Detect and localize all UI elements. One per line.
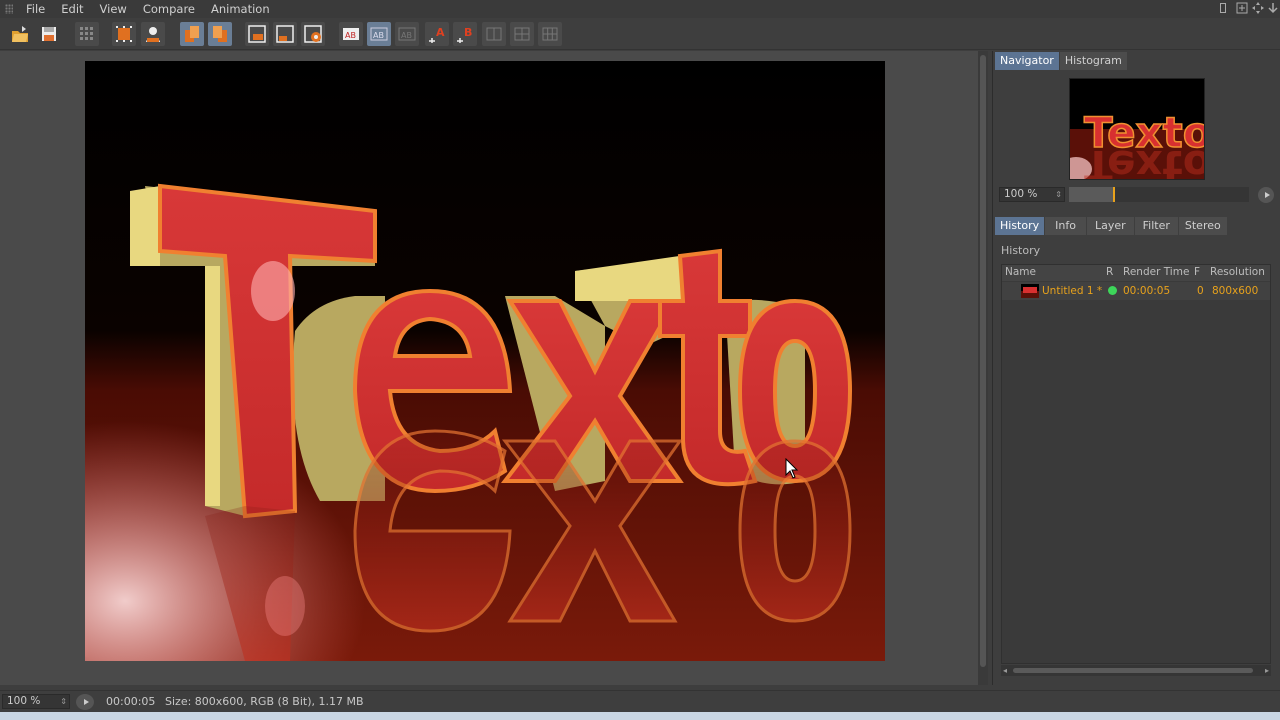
- copy-right-icon[interactable]: [208, 22, 232, 46]
- region-render-alt-icon[interactable]: [273, 22, 297, 46]
- set-a-icon[interactable]: A: [425, 22, 449, 46]
- svg-text:A: A: [436, 26, 445, 39]
- status-info: Size: 800x600, RGB (8 Bit), 1.17 MB: [165, 695, 364, 708]
- menu-view[interactable]: View: [92, 0, 135, 18]
- navigator-preview[interactable]: Texto Texto: [1069, 78, 1205, 180]
- status-bar: 100 % ⇕ 00:00:05 Size: 800x600, RGB (8 Bi…: [0, 690, 1280, 712]
- menu-bar: File Edit View Compare Animation: [0, 0, 1280, 18]
- column-render-time[interactable]: Render Time: [1123, 266, 1189, 278]
- history-table[interactable]: Name R Render Time F Resolution Untitled…: [1001, 264, 1271, 664]
- grip-icon[interactable]: [0, 0, 18, 18]
- menu-compare[interactable]: Compare: [135, 0, 203, 18]
- taskbar-strip: [0, 712, 1280, 720]
- history-frame: 0: [1197, 285, 1204, 297]
- navigator-zoom-field[interactable]: 100 % ⇕: [999, 187, 1065, 202]
- rendered-image[interactable]: [85, 61, 885, 661]
- spinner-icon[interactable]: ⇕: [1055, 188, 1062, 201]
- render-vertical-scrollbar[interactable]: [978, 51, 988, 685]
- svg-text:AB: AB: [401, 31, 412, 40]
- column-name[interactable]: Name: [1005, 266, 1036, 278]
- crop-icon[interactable]: [112, 22, 136, 46]
- side-panel: Navigator Histogram Texto Texto 100 % ⇕ H…: [992, 51, 1280, 685]
- tab-info[interactable]: Info: [1045, 217, 1086, 235]
- navigator-play-icon[interactable]: [1258, 187, 1274, 203]
- grid-icon[interactable]: [75, 22, 99, 46]
- region-render-icon[interactable]: [245, 22, 269, 46]
- column-r[interactable]: R: [1106, 266, 1113, 278]
- scroll-left-icon[interactable]: ◂: [1003, 666, 1007, 675]
- save-image-icon[interactable]: [37, 22, 61, 46]
- history-horizontal-scrollbar[interactable]: ◂ ▸: [1001, 665, 1271, 676]
- column-resolution[interactable]: Resolution: [1210, 266, 1265, 278]
- toolbar: AB AB AB A B: [0, 18, 1280, 50]
- user-icon[interactable]: [141, 22, 165, 46]
- scroll-right-icon[interactable]: ▸: [1265, 666, 1269, 675]
- menu-animation[interactable]: Animation: [203, 0, 278, 18]
- spinner-icon[interactable]: ⇕: [60, 695, 67, 708]
- compare-ab-active-icon[interactable]: AB: [367, 22, 391, 46]
- set-b-icon[interactable]: B: [453, 22, 477, 46]
- history-resolution: 800x600: [1212, 285, 1259, 297]
- column-frame[interactable]: F: [1194, 266, 1200, 278]
- svg-text:AB: AB: [345, 31, 356, 40]
- render-view[interactable]: [0, 51, 978, 685]
- zoom-slider-handle[interactable]: [1113, 187, 1115, 202]
- split-2-icon[interactable]: [510, 22, 534, 46]
- history-render-time: 00:00:05: [1123, 285, 1171, 297]
- open-image-icon[interactable]: [8, 22, 32, 46]
- history-thumbnail: [1021, 284, 1039, 298]
- status-zoom-field[interactable]: 100 % ⇕: [2, 694, 70, 709]
- tab-stereo[interactable]: Stereo: [1178, 217, 1227, 235]
- render-status-icon: [1108, 286, 1117, 295]
- menu-edit[interactable]: Edit: [53, 0, 91, 18]
- dock-icon[interactable]: [1267, 2, 1279, 14]
- menu-file[interactable]: File: [18, 0, 53, 18]
- status-time: 00:00:05: [106, 695, 156, 708]
- navigator-tabs: Navigator Histogram: [995, 52, 1127, 70]
- navigator-zoom-slider[interactable]: [1069, 187, 1249, 202]
- compare-ab-icon[interactable]: AB: [339, 22, 363, 46]
- svg-text:AB: AB: [373, 31, 384, 40]
- tab-filter[interactable]: Filter: [1134, 217, 1178, 235]
- render-settings-icon[interactable]: [301, 22, 325, 46]
- svg-text:Texto: Texto: [1084, 141, 1205, 180]
- split-1-icon[interactable]: [482, 22, 506, 46]
- history-name: Untitled 1 *: [1042, 285, 1103, 297]
- move-icon[interactable]: [1252, 2, 1264, 14]
- history-header: Name R Render Time F Resolution: [1002, 265, 1270, 281]
- maximize-icon[interactable]: [1236, 2, 1248, 14]
- table-row[interactable]: Untitled 1 * 00:00:05 0 800x600: [1002, 282, 1270, 300]
- tab-histogram[interactable]: Histogram: [1059, 52, 1127, 70]
- tab-history[interactable]: History: [995, 217, 1045, 235]
- svg-text:B: B: [464, 26, 472, 39]
- copy-left-icon[interactable]: [180, 22, 204, 46]
- tab-navigator[interactable]: Navigator: [995, 52, 1059, 70]
- tab-layer[interactable]: Layer: [1086, 217, 1134, 235]
- compare-ab-dim-icon[interactable]: AB: [395, 22, 419, 46]
- mouse-cursor-icon: [785, 458, 799, 479]
- split-3-icon[interactable]: [538, 22, 562, 46]
- panel-toggle-icon[interactable]: [1217, 2, 1229, 14]
- history-title: History: [1001, 244, 1041, 257]
- status-play-icon[interactable]: [76, 694, 94, 710]
- panel-tabs: History Info Layer Filter Stereo: [995, 217, 1227, 235]
